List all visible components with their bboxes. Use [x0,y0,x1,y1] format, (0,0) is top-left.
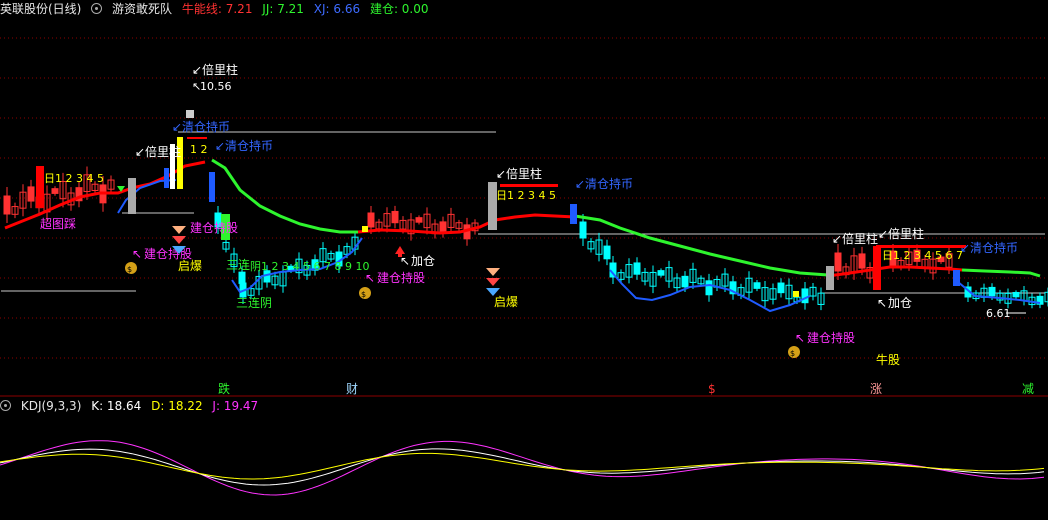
red-strips [187,137,966,248]
candle-body [889,250,897,266]
ma-red-line-3 [827,265,963,278]
candle-body [439,221,447,233]
candle-body [603,245,611,260]
candle-body [657,270,665,276]
candle-body [579,221,587,239]
ma-lines [4,158,1041,313]
candle-body [51,188,59,194]
candle-body [391,210,399,224]
candle-body [913,249,921,262]
candle-body [214,212,222,228]
ma-green-line-3 [961,268,1041,278]
stock-chart-window: 英联股份(日线) 游资敢死队 牛能线: 7.21 JJ: 7.21 XJ: 6.… [0,0,1048,520]
price-chart[interactable] [0,0,1048,520]
ma-green-line-1 [211,158,358,234]
kdj-lines [0,440,1045,496]
reference-lines [1,131,1045,294]
candle-body [705,280,713,296]
j-line [0,440,1045,496]
candle-body [937,256,945,263]
candle-body [681,275,689,288]
candle-body [777,282,785,294]
candle-body [3,195,11,215]
signal-bars [36,110,960,297]
candle-body [834,252,842,272]
candle-body [988,286,996,297]
candle-body [238,271,246,284]
grid-lines [0,37,1048,359]
candle-body [801,288,809,304]
k-line [0,448,1045,486]
candle-body [27,186,35,202]
candle-body [753,282,761,289]
candle-body [367,212,375,228]
candle-body [858,253,866,269]
candle-body [1012,291,1020,298]
candle-body [415,217,423,223]
candle-body [633,262,641,275]
